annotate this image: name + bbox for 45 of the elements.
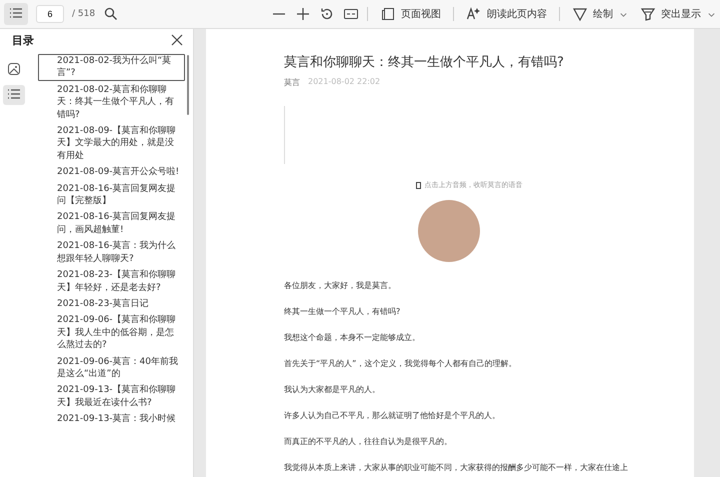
paragraph: 首先关于“平凡的人”，这个定义，我觉得每个人都有自己的理解。 (284, 358, 518, 369)
toc-item[interactable]: 2021-08-16-莫言回复网友提问，画风超触菫! (38, 210, 185, 238)
toc-item[interactable]: 2021-09-06-莫言：40年前我是这么“出道”的 (38, 354, 185, 382)
article-date: 2021-08-02 22:02 (308, 77, 380, 88)
toc-item[interactable]: 2021-09-13-【莫言和你聊聊天】我最近在读什么书? (38, 383, 185, 410)
search-icon[interactable] (103, 6, 120, 22)
paragraph: 终其一生做一个平凡人，有错吗? (284, 306, 402, 317)
article-title: 莫言和你聊聊天：终其一生做个平凡人，有错吗? (284, 54, 565, 71)
fit-width-icon[interactable] (343, 6, 359, 22)
read-aloud-icon (466, 6, 482, 22)
article-author: 莫言 (284, 77, 300, 88)
toc-item[interactable]: 2021-09-13-莫言：我小时候 (38, 412, 185, 427)
page-view-icon (380, 6, 396, 22)
sidebar-tab[interactable] (3, 85, 25, 105)
page-number-field[interactable]: 6 (36, 5, 64, 23)
toc-item[interactable]: 2021-09-06-【莫言和你聊聊天】我人生中的低谷期，是怎么熬过去的? (38, 313, 185, 353)
image-icon (6, 61, 22, 77)
toc-item[interactable]: 2021-08-09-【莫言和你聊聊天】文学最大的用处，就是没有用处 (38, 124, 185, 164)
toolbar-button[interactable]: 绘制 (568, 3, 617, 25)
toc-item[interactable]: 2021-08-16-莫言：我为什么想跟年轻人聊聊天? (38, 239, 185, 266)
toc-item[interactable]: 2021-08-23-【莫言和你聊聊天】年轻好，还是老去好? (38, 268, 185, 295)
toc-item[interactable]: 2021-08-02-我为什么叫“莫言”? (38, 54, 185, 81)
close-icon[interactable] (171, 34, 183, 46)
paragraph: 许多人认为自己不平凡，那么就证明了他恰好是个平凡的人。 (284, 410, 501, 421)
zoom-in-icon[interactable] (295, 6, 311, 22)
phone-icon (416, 182, 420, 188)
toolbar-button[interactable]: 页面视图 (376, 3, 445, 25)
highlighter-icon (640, 6, 656, 22)
toolbar-button[interactable]: 朗读此页内容 (462, 3, 551, 25)
contents-button[interactable] (4, 3, 28, 25)
paragraph: 我认为大家都是平凡的人。 (284, 384, 381, 395)
toolbar-button[interactable]: 突出显示 (636, 3, 705, 25)
scrollbar-thumb[interactable] (187, 55, 189, 115)
rotate-icon[interactable] (319, 6, 335, 22)
page-total: / 518 (72, 9, 96, 19)
sidebar-title: 目录 (12, 32, 34, 48)
paragraph: 而真正的不平凡的人，往往自认为是很平凡的。 (284, 436, 453, 447)
paragraph: 各位朋友，大家好，我是莫言。 (284, 280, 397, 291)
paragraph: 我想这个命题，本身不一定能够成立。 (284, 332, 421, 343)
paragraph: 我觉得从本质上来讲，大家从事的职业可能不同，大家获得的报酬多少可能不一样，大家在仕途上 (284, 462, 629, 473)
toc-item[interactable]: 2021-08-09-莫言开公众号啦! (38, 165, 185, 180)
toc-item[interactable]: 2021-08-02-莫言和你聊聊天：终其一生做个平凡人，有错吗? (38, 82, 185, 122)
toc-item[interactable]: 2021-08-23-莫言日记 (38, 296, 185, 312)
triangle-pen-icon (572, 6, 588, 22)
toc-item[interactable]: 2021-08-16-莫言回复网友提问【完整版】 (38, 182, 185, 208)
